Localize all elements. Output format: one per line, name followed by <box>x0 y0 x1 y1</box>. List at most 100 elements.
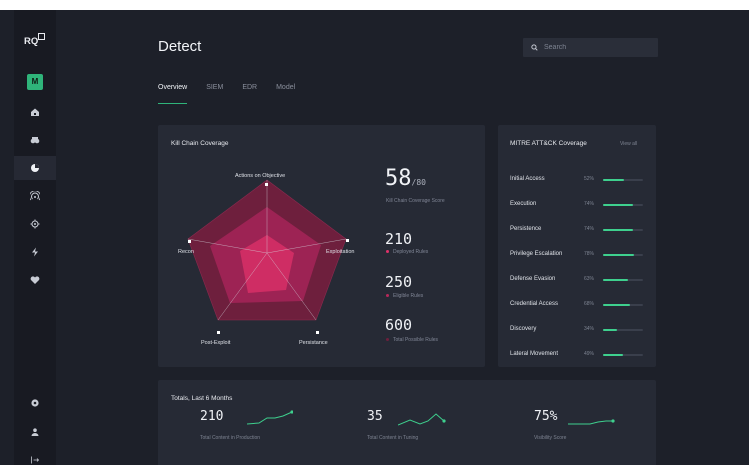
mitre-row-pct: 49% <box>584 351 595 357</box>
settings-icon <box>31 399 39 407</box>
sidebar: RQ M <box>14 10 56 465</box>
sidebar-item-profile[interactable] <box>14 420 56 444</box>
total-production-label: Total Content in Production <box>200 435 261 441</box>
sidebar-item-response[interactable] <box>14 240 56 264</box>
radar-label-exploitation: Exploitation <box>326 249 355 255</box>
radar-label-recon: Recon <box>178 249 194 255</box>
radar-label-post-exploit: Post-Exploit <box>201 340 231 346</box>
mitre-row-name: Discovery <box>510 326 537 332</box>
kill-chain-score-label: Kill Chain Coverage Score <box>386 198 445 204</box>
target-icon <box>30 219 40 229</box>
app-frame: RQ M Detect Search Overview SIEM EDR Mod… <box>0 10 749 465</box>
mitre-progress-fill <box>603 354 623 356</box>
tab-bar: Overview SIEM EDR Model <box>158 84 314 104</box>
mitre-progress-track <box>603 354 643 356</box>
sidebar-item-health[interactable] <box>14 268 56 292</box>
mitre-row[interactable]: Credential Access 68% <box>510 301 643 311</box>
logo-text: RQ <box>24 36 39 47</box>
mitre-progress-fill <box>603 304 630 306</box>
sidebar-item-settings[interactable] <box>14 391 56 415</box>
tab-overview[interactable]: Overview <box>158 84 188 104</box>
sidebar-item-hunt[interactable] <box>14 128 56 152</box>
eligible-legend-dot <box>386 294 389 298</box>
mitre-row-name: Execution <box>510 201 537 207</box>
sidebar-item-logout[interactable] <box>14 448 56 465</box>
total-production-value: 210 <box>200 409 224 424</box>
mitre-row-pct: 63% <box>584 276 595 282</box>
deployed-rules-label: Deployed Rules <box>386 249 428 255</box>
tuning-sparkline <box>398 413 446 426</box>
radar-marker-left <box>188 240 191 243</box>
radar-label-persistance: Persistance <box>299 340 328 346</box>
mitre-progress-fill <box>603 254 634 256</box>
heart-icon <box>30 276 40 284</box>
mitre-row[interactable]: Execution 74% <box>510 201 643 211</box>
bolt-icon <box>32 247 38 257</box>
kill-chain-score-value: 58 <box>385 166 412 191</box>
mitre-progress-fill <box>603 279 628 281</box>
total-rules-text: Total Possible Rules <box>393 337 439 343</box>
mitre-row-name: Defense Evasion <box>510 276 556 282</box>
search-box[interactable] <box>523 38 658 57</box>
visibility-score-value: 75% <box>534 409 558 424</box>
mitre-row-name: Credential Access <box>510 301 559 307</box>
mitre-card: MITRE ATT&CK Coverage View all Initial A… <box>498 125 656 367</box>
total-rules-label: Total Possible Rules <box>386 337 438 343</box>
mitre-row-name: Privilege Escalation <box>510 251 563 257</box>
totals-title: Totals, Last 6 Months <box>171 395 233 402</box>
mitre-row-name: Persistence <box>510 226 542 232</box>
page-title: Detect <box>158 38 202 55</box>
mitre-row[interactable]: Discovery 34% <box>510 326 643 336</box>
mitre-progress-fill <box>603 204 633 206</box>
mitre-progress-fill <box>603 329 617 331</box>
user-icon <box>31 428 39 436</box>
total-tuning-value: 35 <box>367 409 383 424</box>
mitre-row[interactable]: Defense Evasion 63% <box>510 276 643 286</box>
tab-model[interactable]: Model <box>276 84 295 104</box>
avatar[interactable]: M <box>27 74 43 90</box>
mitre-progress-track <box>603 254 643 256</box>
mitre-row[interactable]: Privilege Escalation 78% <box>510 251 643 261</box>
eligible-rules-value: 250 <box>385 273 413 291</box>
search-icon <box>531 44 538 51</box>
mitre-progress-track <box>603 204 643 206</box>
radar-marker-bottom-right <box>316 331 319 334</box>
search-input[interactable] <box>544 44 654 51</box>
total-rules-value: 600 <box>385 316 413 334</box>
mitre-row-pct: 74% <box>584 226 595 232</box>
mitre-progress-fill <box>603 179 624 181</box>
binoculars-icon <box>30 137 40 144</box>
logo[interactable]: RQ <box>24 33 48 52</box>
mitre-row-pct: 34% <box>584 326 595 332</box>
mitre-progress-track <box>603 279 643 281</box>
mitre-progress-fill <box>603 229 633 231</box>
mitre-row[interactable]: Initial Access 52% <box>510 176 643 186</box>
radar-label-actions: Actions on Objective <box>235 173 286 179</box>
mitre-row-pct: 74% <box>584 201 595 207</box>
mitre-row-pct: 52% <box>584 176 595 182</box>
totals-card: Totals, Last 6 Months 210 Total Content … <box>158 380 656 465</box>
mitre-title: MITRE ATT&CK Coverage <box>510 140 587 147</box>
signal-icon <box>30 191 40 201</box>
tab-edr[interactable]: EDR <box>242 84 257 104</box>
visibility-score-label: Visibility Score <box>534 435 567 441</box>
mitre-progress-track <box>603 229 643 231</box>
sidebar-item-home[interactable] <box>14 100 56 124</box>
total-legend-dot <box>386 338 389 342</box>
mitre-progress-track <box>603 179 643 181</box>
logout-icon <box>31 456 40 464</box>
sidebar-item-targets[interactable] <box>14 212 56 236</box>
mitre-progress-track <box>603 329 643 331</box>
view-all-link[interactable]: View all <box>620 141 637 147</box>
tab-siem[interactable]: SIEM <box>206 84 223 104</box>
mitre-row-name: Initial Access <box>510 176 545 182</box>
mitre-row-pct: 78% <box>584 251 595 257</box>
mitre-row[interactable]: Persistence 74% <box>510 226 643 236</box>
eligible-rules-text: Eligible Rules <box>393 293 424 299</box>
mitre-row[interactable]: Lateral Movement 49% <box>510 351 643 361</box>
kill-chain-score: 58/80 <box>385 166 426 191</box>
radar-marker-right <box>346 239 349 242</box>
kill-chain-radar <box>187 179 349 334</box>
sidebar-item-detect[interactable] <box>14 156 56 180</box>
sidebar-item-signals[interactable] <box>14 184 56 208</box>
